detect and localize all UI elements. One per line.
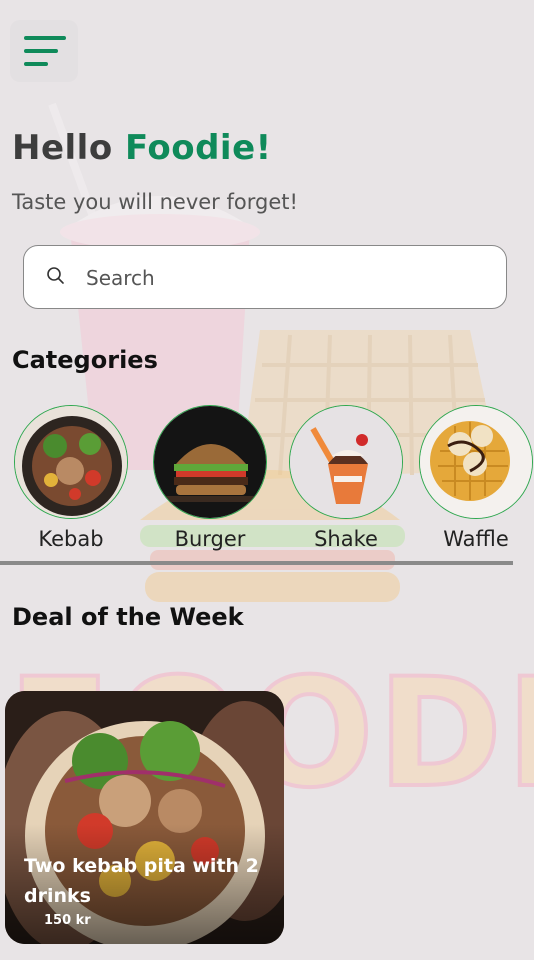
burger-image [153,405,267,519]
categories-scrollbar[interactable] [0,561,513,565]
search-bar[interactable] [23,245,507,309]
shake-image [289,405,403,519]
category-label: Shake [314,527,378,551]
greeting-heading: Hello Foodie! [12,128,272,168]
categories-title: Categories [12,346,158,374]
tagline: Taste you will never forget! [12,190,298,214]
greeting-prefix: Hello [12,128,113,168]
category-label: Waffle [443,527,509,551]
category-label: Kebab [38,527,104,551]
category-waffle[interactable]: Waffle [418,405,534,551]
deal-price: 150 kr [44,913,91,928]
category-label: Burger [174,527,246,551]
category-kebab[interactable]: Kebab [13,405,129,551]
deal-card[interactable]: Two kebab pita with 2 drinks 150 kr [5,691,284,944]
greeting-name: Foodie! [125,128,272,168]
category-shake[interactable]: Shake [288,405,404,551]
search-icon [47,267,64,284]
kebab-image [14,405,128,519]
category-burger[interactable]: Burger [152,405,268,551]
menu-button[interactable] [10,20,78,82]
search-input[interactable] [86,260,486,296]
deal-name: Two kebab pita with 2 drinks [24,855,259,907]
deal-section-title: Deal of the Week [12,603,244,631]
waffle-image [419,405,533,519]
